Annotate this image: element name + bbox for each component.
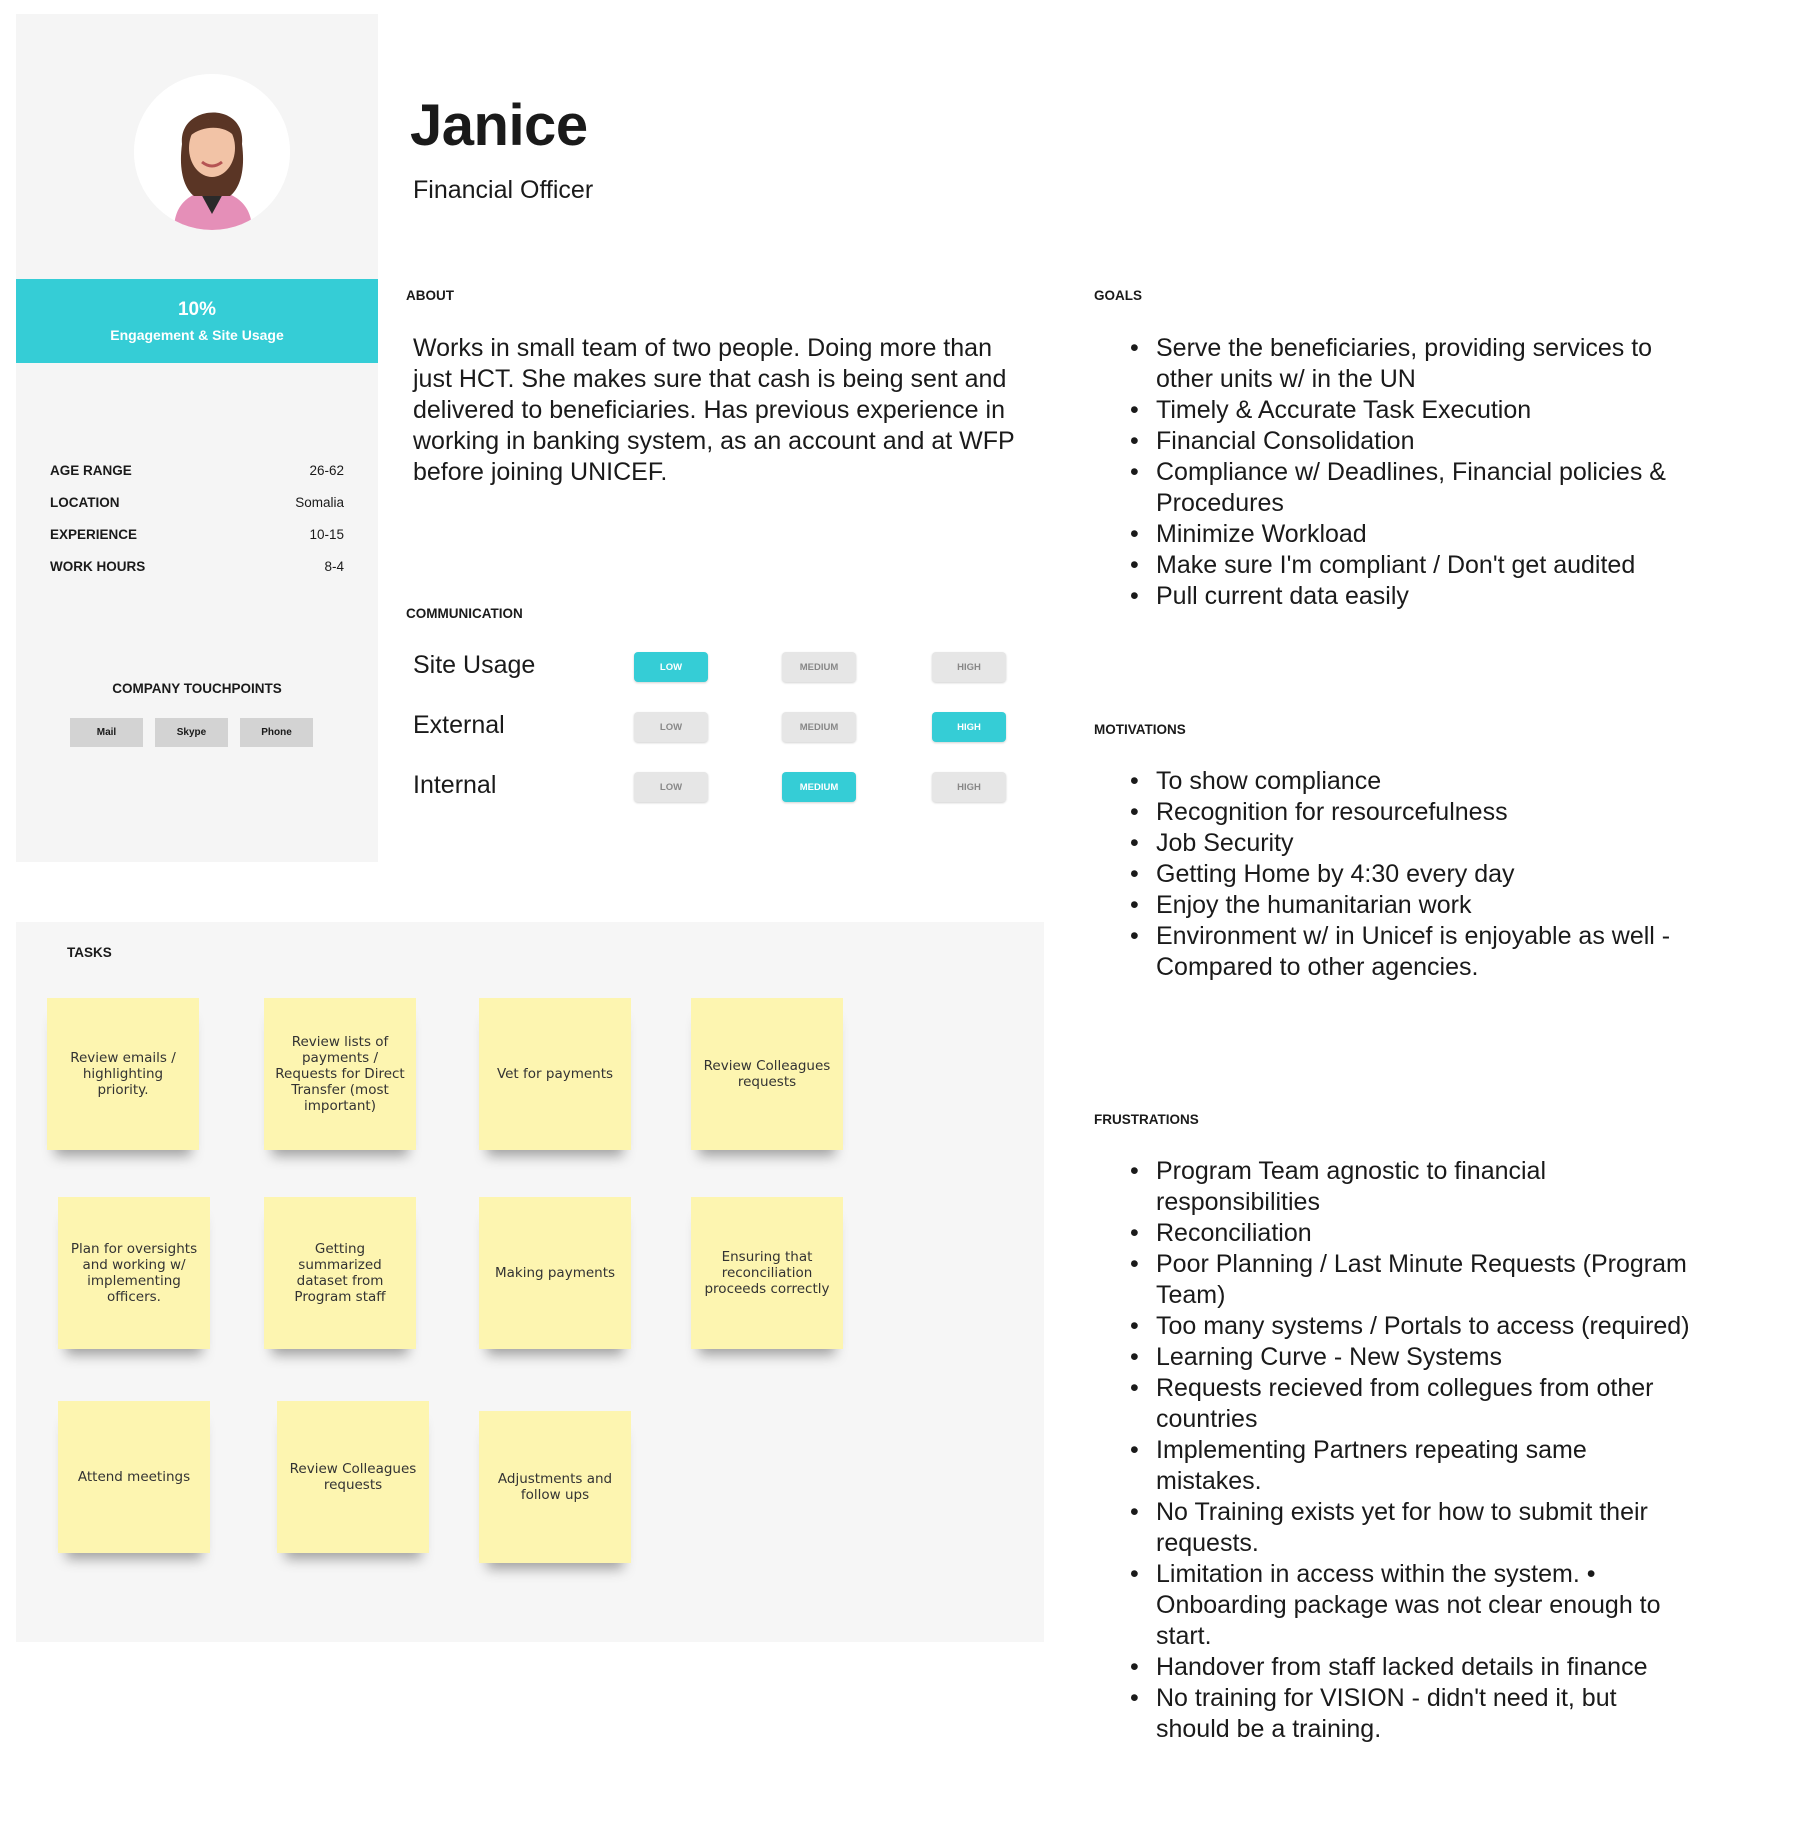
avatar bbox=[134, 74, 290, 230]
task-sticky-note: Plan for oversights and working w/ imple… bbox=[58, 1197, 210, 1349]
stat-value: 8-4 bbox=[324, 558, 344, 574]
stat-label: AGE RANGE bbox=[50, 462, 132, 478]
level-low-pill: LOW bbox=[634, 772, 708, 802]
stat-row-age: AGE RANGE 26-62 bbox=[50, 454, 344, 486]
motivations-label: MOTIVATIONS bbox=[1094, 722, 1186, 737]
level-low-pill: LOW bbox=[634, 652, 708, 682]
communication-row-label: Internal bbox=[413, 771, 497, 799]
tasks-label: TASKS bbox=[67, 945, 112, 960]
task-sticky-note: Review emails / highlighting priority. bbox=[47, 998, 199, 1150]
persona-name: Janice bbox=[410, 93, 588, 158]
stat-label: LOCATION bbox=[50, 494, 120, 510]
level-medium-pill: MEDIUM bbox=[782, 712, 856, 742]
goals-list: Serve the beneficiaries, providing servi… bbox=[1130, 333, 1690, 612]
touchpoint-mail: Mail bbox=[70, 718, 143, 747]
level-high-pill: HIGH bbox=[932, 772, 1006, 802]
touchpoint-phone: Phone bbox=[240, 718, 313, 747]
stat-value: 26-62 bbox=[309, 462, 344, 478]
touchpoint-skype: Skype bbox=[155, 718, 228, 747]
list-item: Minimize Workload bbox=[1130, 519, 1690, 550]
list-item: Make sure I'm compliant / Don't get audi… bbox=[1130, 550, 1690, 581]
list-item: Handover from staff lacked details in fi… bbox=[1130, 1652, 1690, 1683]
list-item: Environment w/ in Unicef is enjoyable as… bbox=[1130, 921, 1690, 983]
list-item: Limitation in access within the system. … bbox=[1130, 1559, 1690, 1652]
list-item: Compliance w/ Deadlines, Financial polic… bbox=[1130, 457, 1690, 519]
stat-row-experience: EXPERIENCE 10-15 bbox=[50, 518, 344, 550]
motivations-list: To show complianceRecognition for resour… bbox=[1130, 766, 1690, 983]
list-item: Reconciliation bbox=[1130, 1218, 1690, 1249]
list-item: Program Team agnostic to financial respo… bbox=[1130, 1156, 1690, 1218]
about-text: Works in small team of two people. Doing… bbox=[413, 334, 1015, 486]
communication-row: Internal LOW MEDIUM HIGH bbox=[413, 768, 1013, 804]
task-sticky-note: Adjustments and follow ups bbox=[479, 1411, 631, 1563]
task-sticky-note: Getting summarized dataset from Program … bbox=[264, 1197, 416, 1349]
list-item: Too many systems / Portals to access (re… bbox=[1130, 1311, 1690, 1342]
task-sticky-note: Review Colleagues requests bbox=[277, 1401, 429, 1553]
list-item: Timely & Accurate Task Execution bbox=[1130, 395, 1690, 426]
about-label: ABOUT bbox=[406, 288, 454, 303]
level-high-pill: HIGH bbox=[932, 652, 1006, 682]
stat-row-work-hours: WORK HOURS 8-4 bbox=[50, 550, 344, 582]
level-medium-pill: MEDIUM bbox=[782, 772, 856, 802]
communication-row-label: Site Usage bbox=[413, 651, 536, 679]
list-item: Job Security bbox=[1130, 828, 1690, 859]
list-item: Poor Planning / Last Minute Requests (Pr… bbox=[1130, 1249, 1690, 1311]
list-item: Implementing Partners repeating same mis… bbox=[1130, 1435, 1690, 1497]
task-sticky-note: Vet for payments bbox=[479, 998, 631, 1150]
communication-row-label: External bbox=[413, 711, 505, 739]
list-item: Serve the beneficiaries, providing servi… bbox=[1130, 333, 1690, 395]
list-item: Recognition for resourcefulness bbox=[1130, 797, 1690, 828]
task-sticky-note: Review lists of payments / Requests for … bbox=[264, 998, 416, 1150]
goals-label: GOALS bbox=[1094, 288, 1143, 303]
list-item: No training for VISION - didn't need it,… bbox=[1130, 1683, 1690, 1745]
communication-label: COMMUNICATION bbox=[406, 606, 523, 621]
list-item: Pull current data easily bbox=[1130, 581, 1690, 612]
list-item: To show compliance bbox=[1130, 766, 1690, 797]
level-high-pill: HIGH bbox=[932, 712, 1006, 742]
task-sticky-note: Ensuring that reconciliation proceeds co… bbox=[691, 1197, 843, 1349]
stat-value: 10-15 bbox=[309, 526, 344, 542]
frustrations-label: FRUSTRATIONS bbox=[1094, 1112, 1199, 1127]
task-sticky-note: Attend meetings bbox=[58, 1401, 210, 1553]
list-item: Getting Home by 4:30 every day bbox=[1130, 859, 1690, 890]
engagement-banner: 10% Engagement & Site Usage bbox=[16, 279, 378, 363]
list-item: Enjoy the humanitarian work bbox=[1130, 890, 1690, 921]
list-item: Requests recieved from collegues from ot… bbox=[1130, 1373, 1690, 1435]
communication-row: External LOW MEDIUM HIGH bbox=[413, 708, 1013, 744]
profile-card: 10% Engagement & Site Usage AGE RANGE 26… bbox=[16, 14, 378, 862]
stat-row-location: LOCATION Somalia bbox=[50, 486, 344, 518]
persona-role: Financial Officer bbox=[413, 176, 594, 204]
task-sticky-note: Review Colleagues requests bbox=[691, 998, 843, 1150]
stat-label: WORK HOURS bbox=[50, 558, 146, 574]
list-item: Financial Consolidation bbox=[1130, 426, 1690, 457]
level-low-pill: LOW bbox=[634, 712, 708, 742]
stat-label: EXPERIENCE bbox=[50, 526, 138, 542]
touchpoints-title: COMPANY TOUCHPOINTS bbox=[112, 681, 282, 696]
stats-list: AGE RANGE 26-62 LOCATION Somalia EXPERIE… bbox=[50, 454, 344, 582]
stat-value: Somalia bbox=[295, 494, 344, 510]
list-item: Learning Curve - New Systems bbox=[1130, 1342, 1690, 1373]
task-sticky-note: Making payments bbox=[479, 1197, 631, 1349]
list-item: No Training exists yet for how to submit… bbox=[1130, 1497, 1690, 1559]
level-medium-pill: MEDIUM bbox=[782, 652, 856, 682]
engagement-percent: 10% bbox=[177, 299, 217, 320]
frustrations-list: Program Team agnostic to financial respo… bbox=[1130, 1156, 1690, 1745]
communication-row: Site Usage LOW MEDIUM HIGH bbox=[413, 648, 1013, 684]
touchpoints-list: Mail Skype Phone bbox=[70, 718, 313, 747]
engagement-caption: Engagement & Site Usage bbox=[110, 327, 284, 343]
